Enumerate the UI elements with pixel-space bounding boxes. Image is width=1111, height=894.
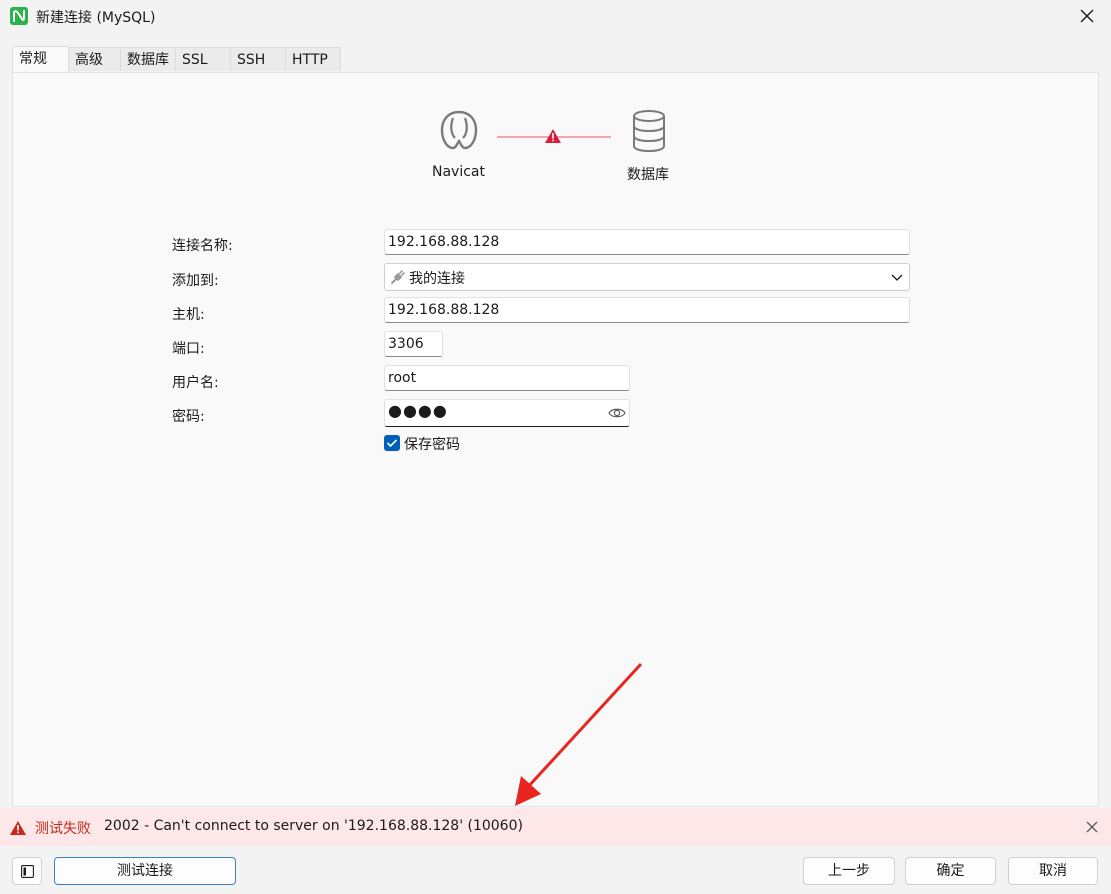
ok-button[interactable]: 确定 [905, 857, 996, 885]
tab-general[interactable]: 常规 [12, 46, 69, 72]
tab-ssl[interactable]: SSL [176, 47, 231, 71]
navicat-app-icon [10, 7, 28, 25]
warning-icon [545, 129, 561, 143]
username-input[interactable] [384, 365, 630, 391]
general-tab-panel [12, 72, 1099, 807]
window-title: 新建连接 (MySQL) [36, 10, 156, 26]
add-to-select[interactable]: 我的连接 [384, 263, 910, 291]
error-title: 测试失败 [35, 821, 91, 837]
port-label: 端口: [172, 341, 205, 357]
checkmark-icon [386, 439, 398, 448]
tab-ssh[interactable]: SSH [231, 47, 286, 71]
tab-advanced[interactable]: 高级 [69, 47, 121, 71]
add-to-value: 我的连接 [409, 271, 465, 287]
host-input[interactable] [384, 297, 910, 323]
navicat-label: Navicat [432, 164, 485, 180]
database-label: 数据库 [627, 167, 669, 183]
chevron-down-icon [891, 274, 903, 281]
error-message: 2002 - Can't connect to server on '192.1… [104, 818, 523, 834]
tab-databases[interactable]: 数据库 [121, 47, 176, 71]
connection-name-input[interactable] [384, 229, 910, 255]
save-password-label: 保存密码 [404, 437, 460, 453]
sidebar-toggle-button[interactable] [12, 857, 42, 885]
password-label: 密码: [172, 409, 205, 425]
save-password-checkbox[interactable] [384, 435, 400, 451]
plug-icon [391, 270, 405, 284]
add-to-label: 添加到: [172, 273, 219, 289]
username-label: 用户名: [172, 375, 219, 391]
tab-bar: 常规 高级 数据库 SSL SSH HTTP [12, 46, 341, 72]
error-bar: 测试失败 2002 - Can't connect to server on '… [0, 808, 1111, 846]
host-label: 主机: [172, 307, 205, 323]
connection-dialog: 新建连接 (MySQL) 常规 高级 数据库 SSL SSH HTTP Navi… [0, 0, 1111, 894]
title-bar: 新建连接 (MySQL) [0, 0, 1111, 34]
close-icon[interactable] [1085, 820, 1099, 834]
sidebar-toggle-icon [21, 865, 34, 878]
cancel-button[interactable]: 取消 [1008, 857, 1098, 885]
previous-button[interactable]: 上一步 [803, 857, 895, 885]
tab-http[interactable]: HTTP [286, 47, 341, 71]
warning-icon [10, 821, 26, 835]
database-icon [633, 110, 665, 152]
password-input[interactable]: ●●●● [384, 399, 630, 427]
close-icon[interactable] [1077, 6, 1097, 26]
navicat-icon [440, 110, 478, 150]
connection-name-label: 连接名称: [172, 238, 233, 254]
port-input[interactable] [384, 331, 443, 357]
test-connection-button[interactable]: 测试连接 [54, 857, 236, 885]
password-masked-value: ●●●● [388, 401, 448, 420]
eye-icon[interactable] [608, 406, 626, 420]
